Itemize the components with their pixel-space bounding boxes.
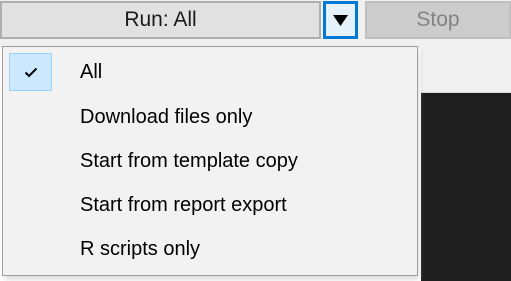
run-mode-menu: All Download files only Start from templ…	[2, 46, 418, 276]
run-mode-dropdown-button[interactable]	[323, 1, 358, 39]
menu-item-start-from-report-export[interactable]: Start from report export	[3, 183, 417, 227]
menu-item-check-highlight	[9, 53, 52, 91]
run-button[interactable]: Run: All	[0, 1, 321, 39]
triangle-down-icon	[333, 14, 348, 26]
menu-item-all[interactable]: All	[3, 50, 417, 94]
run-button-label: Run: All	[124, 8, 197, 31]
stop-button: Stop	[365, 1, 511, 39]
menu-item-label: Download files only	[80, 106, 253, 128]
menu-item-start-from-template-copy[interactable]: Start from template copy	[3, 139, 417, 183]
menu-item-download-files-only[interactable]: Download files only	[3, 95, 417, 139]
stop-button-label: Stop	[416, 8, 460, 31]
menu-item-label: All	[80, 61, 103, 83]
menu-item-label: R scripts only	[80, 238, 201, 260]
menu-item-label: Start from template copy	[80, 150, 298, 172]
console-panel	[421, 93, 511, 281]
toolbar: Run: All Stop	[0, 0, 511, 48]
output-tab-strip	[421, 48, 511, 93]
menu-item-r-scripts-only[interactable]: R scripts only	[3, 227, 417, 271]
checkmark-icon	[24, 67, 37, 77]
output-area	[421, 48, 511, 281]
menu-item-label: Start from report export	[80, 194, 287, 216]
